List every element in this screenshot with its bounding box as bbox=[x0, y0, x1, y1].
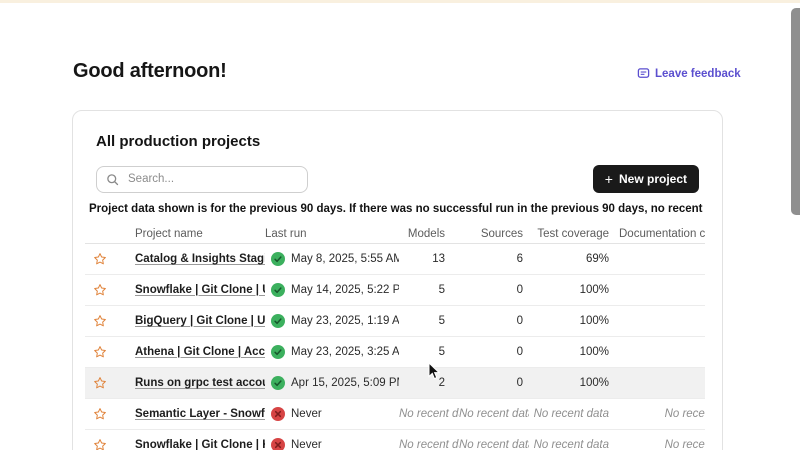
test-value-cell: 100% bbox=[529, 315, 619, 327]
project-name-cell: Catalog & Insights Staging... bbox=[127, 253, 265, 265]
sources-value-cell: 0 bbox=[459, 315, 529, 327]
column-header-test-coverage[interactable]: Test coverage bbox=[529, 228, 619, 240]
last-run-cell: May 8, 2025, 5:55 AM BST bbox=[265, 252, 399, 266]
table-row[interactable]: Semantic Layer - Snowflake Never No recent… bbox=[85, 399, 705, 430]
data-range-notice: Project data shown is for the previous 9… bbox=[89, 203, 706, 215]
search-icon bbox=[106, 173, 119, 186]
table-row[interactable]: Catalog & Insights Staging... May 8, 2025… bbox=[85, 244, 705, 275]
last-run-cell: May 23, 2025, 1:19 AM BST bbox=[265, 314, 399, 328]
page-title: Good afternoon! bbox=[73, 60, 227, 83]
test-value-cell: No recent data bbox=[529, 439, 619, 450]
project-link[interactable]: Catalog & Insights Staging... bbox=[135, 253, 265, 265]
project-name-cell: Runs on grpc test account bbox=[127, 377, 265, 389]
favorite-star-icon[interactable] bbox=[85, 407, 127, 421]
table-body: Catalog & Insights Staging... May 8, 2025… bbox=[85, 244, 705, 450]
search-input[interactable] bbox=[126, 172, 298, 186]
last-run-cell: May 23, 2025, 3:25 AM BST bbox=[265, 345, 399, 359]
project-link[interactable]: Athena | Git Clone | Acces... bbox=[135, 346, 265, 358]
project-name-cell: Athena | Git Clone | Acces... bbox=[127, 346, 265, 358]
models-value-cell: 2 bbox=[399, 377, 459, 389]
leave-feedback-label: Leave feedback bbox=[655, 68, 741, 80]
test-value-cell: 100% bbox=[529, 346, 619, 358]
table-row[interactable]: BigQuery | Git Clone | User... May 23, 20… bbox=[85, 306, 705, 337]
feedback-chat-icon bbox=[637, 67, 650, 80]
doc-value-cell: No recent data bbox=[619, 408, 705, 420]
sources-value-cell: 0 bbox=[459, 346, 529, 358]
last-run-text: Never bbox=[291, 408, 322, 420]
test-value-cell: No recent data bbox=[529, 408, 619, 420]
table-header-row: Project name Last run Models Sources Tes… bbox=[85, 224, 705, 244]
column-header-documentation-coverage[interactable]: Documentation coverage bbox=[619, 228, 705, 240]
leave-feedback-link[interactable]: Leave feedback bbox=[637, 67, 741, 80]
last-run-cell: May 14, 2025, 5:22 PM BST bbox=[265, 283, 399, 297]
models-value-cell: 5 bbox=[399, 315, 459, 327]
x-circle-icon bbox=[271, 438, 285, 450]
last-run-text: Apr 15, 2025, 5:09 PM BST bbox=[291, 377, 399, 389]
new-project-button[interactable]: + New project bbox=[593, 165, 699, 193]
sources-value-cell: 6 bbox=[459, 253, 529, 265]
last-run-text: May 8, 2025, 5:55 AM BST bbox=[291, 253, 399, 265]
favorite-star-icon[interactable] bbox=[85, 376, 127, 390]
column-header-last-run[interactable]: Last run bbox=[265, 228, 399, 240]
plus-icon: + bbox=[605, 172, 613, 186]
sources-value-cell: No recent data bbox=[459, 408, 529, 420]
last-run-text: May 23, 2025, 1:19 AM BST bbox=[291, 315, 399, 327]
models-value-cell: 5 bbox=[399, 284, 459, 296]
favorite-star-icon[interactable] bbox=[85, 438, 127, 450]
doc-value-cell: No recent data bbox=[619, 439, 705, 450]
projects-panel: All production projects + New project Pr… bbox=[72, 110, 723, 450]
column-header-sources[interactable]: Sources bbox=[459, 228, 529, 240]
table-row[interactable]: Athena | Git Clone | Acces... May 23, 202… bbox=[85, 337, 705, 368]
project-link[interactable]: BigQuery | Git Clone | User... bbox=[135, 315, 265, 327]
models-value-cell: 13 bbox=[399, 253, 459, 265]
test-value-cell: 100% bbox=[529, 377, 619, 389]
project-link[interactable]: Runs on grpc test account bbox=[135, 377, 265, 389]
projects-table: Project name Last run Models Sources Tes… bbox=[85, 224, 705, 450]
models-value-cell: 5 bbox=[399, 346, 459, 358]
last-run-text: Never bbox=[291, 439, 322, 450]
check-circle-icon bbox=[271, 283, 285, 297]
check-circle-icon bbox=[271, 376, 285, 390]
project-link[interactable]: Snowflake | Git Clone | Key... bbox=[135, 439, 265, 450]
search-input-container[interactable] bbox=[96, 166, 308, 193]
panel-title: All production projects bbox=[96, 133, 722, 150]
project-link[interactable]: Snowflake | Git Clone | Use... bbox=[135, 284, 265, 296]
sources-value-cell: 0 bbox=[459, 377, 529, 389]
table-row[interactable]: Snowflake | Git Clone | Key... Never No re… bbox=[85, 430, 705, 450]
last-run-text: May 14, 2025, 5:22 PM BST bbox=[291, 284, 399, 296]
check-circle-icon bbox=[271, 345, 285, 359]
favorite-star-icon[interactable] bbox=[85, 252, 127, 266]
project-name-cell: BigQuery | Git Clone | User... bbox=[127, 315, 265, 327]
x-circle-icon bbox=[271, 407, 285, 421]
last-run-cell: Never bbox=[265, 438, 399, 450]
last-run-text: May 23, 2025, 3:25 AM BST bbox=[291, 346, 399, 358]
top-banner-strip bbox=[0, 0, 800, 3]
project-name-cell: Snowflake | Git Clone | Key... bbox=[127, 439, 265, 450]
favorite-star-icon[interactable] bbox=[85, 314, 127, 328]
sources-value-cell: No recent data bbox=[459, 439, 529, 450]
project-name-cell: Snowflake | Git Clone | Use... bbox=[127, 284, 265, 296]
project-name-cell: Semantic Layer - Snowflake bbox=[127, 408, 265, 420]
test-value-cell: 100% bbox=[529, 284, 619, 296]
sources-value-cell: 0 bbox=[459, 284, 529, 296]
new-project-label: New project bbox=[619, 172, 687, 186]
project-link[interactable]: Semantic Layer - Snowflake bbox=[135, 408, 265, 420]
column-header-models[interactable]: Models bbox=[399, 228, 459, 240]
table-row[interactable]: Runs on grpc test account Apr 15, 2025, 5… bbox=[85, 368, 705, 399]
check-circle-icon bbox=[271, 314, 285, 328]
last-run-cell: Apr 15, 2025, 5:09 PM BST bbox=[265, 376, 399, 390]
table-row[interactable]: Snowflake | Git Clone | Use... May 14, 20… bbox=[85, 275, 705, 306]
favorite-star-icon[interactable] bbox=[85, 283, 127, 297]
vertical-scrollbar[interactable] bbox=[791, 8, 800, 215]
last-run-cell: Never bbox=[265, 407, 399, 421]
panel-toolbar: + New project bbox=[96, 165, 699, 193]
models-value-cell: No recent data bbox=[399, 408, 459, 420]
column-header-project-name[interactable]: Project name bbox=[127, 228, 265, 240]
models-value-cell: No recent data bbox=[399, 439, 459, 450]
test-value-cell: 69% bbox=[529, 253, 619, 265]
favorite-star-icon[interactable] bbox=[85, 345, 127, 359]
check-circle-icon bbox=[271, 252, 285, 266]
